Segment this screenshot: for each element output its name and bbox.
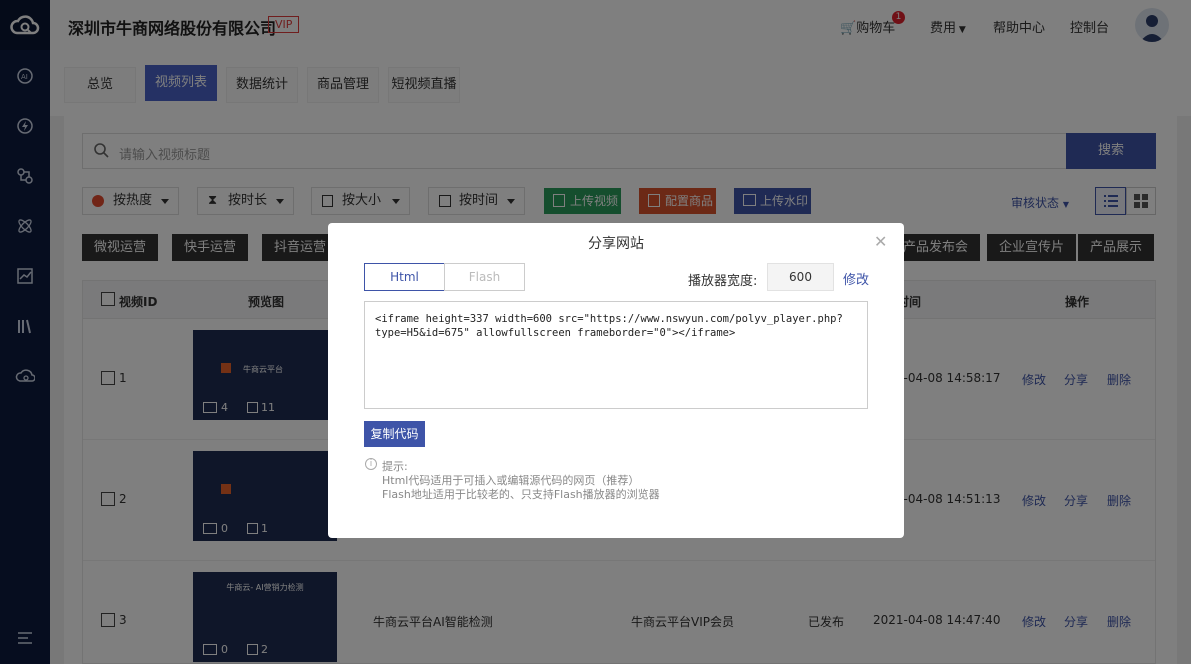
tab-html[interactable]: Html	[364, 263, 445, 291]
modal-title: 分享网站	[588, 236, 644, 252]
modify-width-link[interactable]: 修改	[843, 269, 869, 288]
player-width-label: 播放器宽度:	[688, 274, 758, 289]
tab-flash[interactable]: Flash	[444, 263, 525, 291]
copy-code-button[interactable]: 复制代码	[364, 421, 425, 447]
share-modal: 分享网站 ✕ Html Flash 播放器宽度: 600 修改 <iframe …	[328, 223, 904, 538]
tip-flash: Flash地址适用于比较老的、只支持Flash播放器的浏览器	[382, 488, 660, 501]
player-width-input[interactable]: 600	[767, 263, 834, 291]
info-icon: i	[365, 458, 377, 470]
embed-code-textarea[interactable]: <iframe height=337 width=600 src="https:…	[364, 301, 868, 409]
close-icon[interactable]: ✕	[874, 232, 887, 251]
